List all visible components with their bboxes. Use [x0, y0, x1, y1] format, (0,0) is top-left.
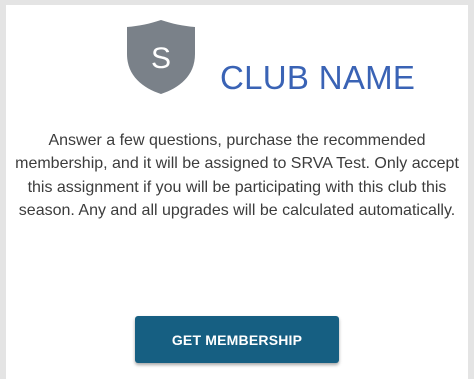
club-name: CLUB NAME [220, 59, 416, 96]
get-membership-button[interactable]: GET MEMBERSHIP [135, 316, 339, 363]
logo-letter: S [151, 42, 171, 75]
membership-card: S CLUB NAME Answer a few questions, purc… [6, 5, 468, 379]
shield-icon: S [125, 18, 197, 96]
membership-description: Answer a few questions, purchase the rec… [15, 132, 459, 220]
